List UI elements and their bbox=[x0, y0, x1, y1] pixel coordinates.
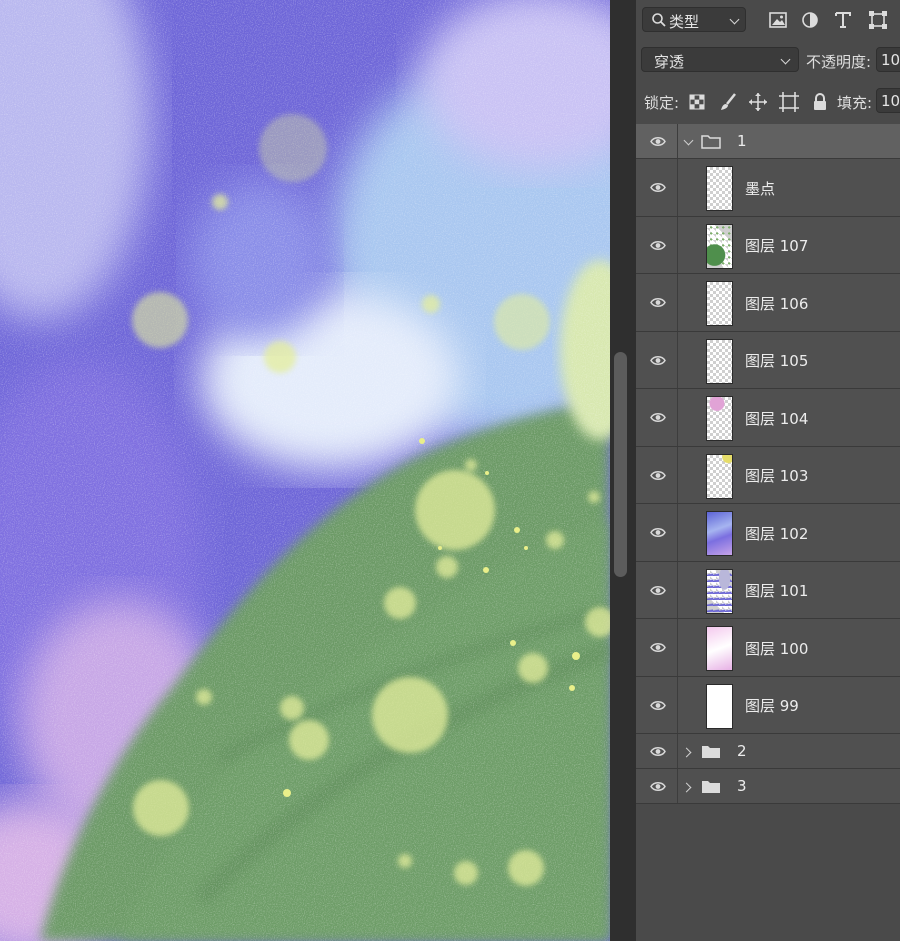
layer-group-row[interactable]: 1 bbox=[636, 124, 900, 159]
visibility-toggle[interactable] bbox=[636, 619, 678, 676]
layer-row[interactable]: 图层 104 bbox=[636, 389, 900, 447]
eye-icon bbox=[650, 413, 666, 423]
chevron-down-icon bbox=[729, 14, 740, 25]
eye-icon bbox=[650, 355, 666, 365]
document-canvas[interactable] bbox=[0, 0, 610, 941]
layer-row[interactable]: 图层 107 bbox=[636, 216, 900, 274]
visibility-toggle[interactable] bbox=[636, 274, 678, 331]
lock-toolbar: 锁定: 填充: 10 bbox=[636, 82, 900, 122]
layer-group-row[interactable]: 2 bbox=[636, 734, 900, 769]
folder-icon bbox=[701, 134, 721, 149]
eye-icon bbox=[650, 585, 666, 595]
chevron-right-icon[interactable] bbox=[681, 782, 692, 792]
eye-icon bbox=[650, 240, 666, 250]
fill-input[interactable]: 10 bbox=[876, 88, 900, 113]
visibility-toggle[interactable] bbox=[636, 734, 678, 768]
layer-row[interactable]: 图层 101 bbox=[636, 561, 900, 619]
layer-name: 图层 106 bbox=[745, 294, 809, 313]
layer-thumbnail bbox=[706, 683, 733, 729]
shape-filter-icon[interactable] bbox=[868, 10, 888, 30]
layer-name: 图层 103 bbox=[745, 467, 809, 486]
layer-name: 图层 99 bbox=[745, 697, 799, 716]
visibility-toggle[interactable] bbox=[636, 389, 678, 446]
eye-icon bbox=[650, 183, 666, 193]
layer-thumbnail bbox=[706, 166, 733, 211]
blend-mode-value: 穿透 bbox=[654, 53, 685, 71]
folder-icon bbox=[702, 745, 720, 758]
blend-mode-dropdown[interactable]: 穿透 bbox=[641, 47, 799, 72]
visibility-toggle[interactable] bbox=[636, 561, 678, 618]
layer-row[interactable]: 图层 103 bbox=[636, 446, 900, 504]
canvas-scrollbar-thumb[interactable] bbox=[614, 352, 627, 577]
opacity-value: 10 bbox=[881, 51, 900, 69]
layer-thumbnail bbox=[706, 626, 733, 671]
eye-icon bbox=[650, 700, 666, 710]
layer-row[interactable]: 图层 106 bbox=[636, 274, 900, 332]
visibility-toggle[interactable] bbox=[636, 504, 678, 561]
layer-group-row[interactable]: 3 bbox=[636, 769, 900, 804]
opacity-label: 不透明度: bbox=[806, 53, 872, 71]
chevron-down-icon[interactable] bbox=[683, 135, 694, 145]
eye-icon bbox=[650, 298, 666, 308]
layer-name: 图层 104 bbox=[745, 409, 809, 428]
layer-name: 3 bbox=[737, 776, 747, 795]
eye-icon bbox=[650, 470, 666, 480]
layer-name: 图层 100 bbox=[745, 639, 809, 658]
layer-row[interactable]: 图层 102 bbox=[636, 504, 900, 562]
lock-artboard-icon[interactable] bbox=[779, 92, 799, 112]
layer-thumbnail bbox=[706, 338, 733, 384]
visibility-toggle[interactable] bbox=[636, 159, 678, 216]
eye-icon bbox=[650, 528, 666, 538]
layer-name: 图层 105 bbox=[745, 352, 809, 371]
watercolor-artwork bbox=[0, 0, 610, 941]
eye-icon bbox=[650, 643, 666, 653]
layer-thumbnail bbox=[706, 453, 733, 499]
chevron-down-icon bbox=[780, 54, 791, 65]
layer-row[interactable]: 图层 100 bbox=[636, 619, 900, 677]
lock-image-pixels-brush-icon[interactable] bbox=[719, 92, 739, 112]
layer-name: 2 bbox=[737, 741, 747, 760]
visibility-toggle[interactable] bbox=[636, 769, 678, 803]
eye-icon bbox=[650, 137, 666, 146]
filter-type-dropdown[interactable]: 类型 bbox=[642, 7, 746, 32]
layer-row[interactable]: 墨点 bbox=[636, 159, 900, 217]
visibility-toggle[interactable] bbox=[636, 124, 678, 158]
layer-name: 图层 102 bbox=[745, 524, 809, 543]
layer-name: 墨点 bbox=[745, 179, 776, 198]
layer-row[interactable]: 图层 105 bbox=[636, 331, 900, 389]
layer-name: 图层 101 bbox=[745, 582, 809, 601]
lock-all-icon[interactable] bbox=[812, 92, 828, 112]
text-filter-icon[interactable] bbox=[833, 10, 853, 30]
adjustment-filter-icon[interactable] bbox=[800, 10, 820, 30]
opacity-input[interactable]: 10 bbox=[876, 47, 900, 72]
layer-row[interactable]: 图层 99 bbox=[636, 676, 900, 734]
chevron-right-icon[interactable] bbox=[681, 747, 692, 757]
filter-type-label: 类型 bbox=[669, 13, 700, 31]
blend-toolbar: 穿透 不透明度: 10 bbox=[636, 42, 900, 82]
lock-position-move-icon[interactable] bbox=[748, 92, 768, 112]
layer-thumbnail bbox=[706, 511, 733, 556]
layer-name: 图层 107 bbox=[745, 237, 809, 256]
layer-thumbnail bbox=[706, 223, 733, 269]
layer-name: 1 bbox=[737, 131, 747, 150]
layer-thumbnail bbox=[706, 396, 733, 441]
eye-icon bbox=[650, 747, 666, 756]
visibility-toggle[interactable] bbox=[636, 331, 678, 388]
folder-icon bbox=[702, 780, 720, 793]
image-filter-icon[interactable] bbox=[768, 10, 788, 30]
fill-value: 10 bbox=[881, 92, 900, 110]
visibility-toggle[interactable] bbox=[636, 446, 678, 503]
layer-thumbnail bbox=[706, 281, 733, 326]
fill-label: 填充: bbox=[837, 94, 873, 112]
lock-transparent-pixels-icon[interactable] bbox=[689, 94, 705, 110]
layer-thumbnail bbox=[706, 568, 733, 614]
lock-label: 锁定: bbox=[644, 94, 680, 112]
filter-toolbar: 类型 bbox=[636, 0, 900, 40]
layers-panel: 类型 穿透 不透明度: 10 锁定: 填充: 10 1 墨点 图层 107 图层… bbox=[636, 0, 900, 941]
visibility-toggle[interactable] bbox=[636, 216, 678, 273]
visibility-toggle[interactable] bbox=[636, 676, 678, 733]
eye-icon bbox=[650, 782, 666, 791]
search-icon bbox=[652, 13, 666, 27]
